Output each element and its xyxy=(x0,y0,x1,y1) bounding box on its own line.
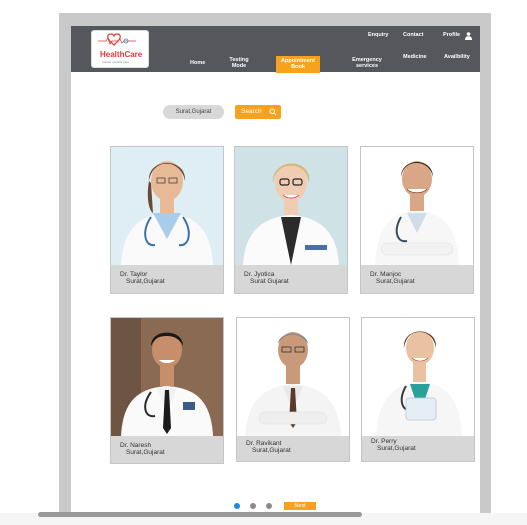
doctor-name: Dr. Taylor xyxy=(120,271,148,278)
nav-testing-mode[interactable]: Testing Mode xyxy=(226,57,252,69)
doctor-photo xyxy=(235,147,347,265)
doctor-location: Surat,Gujarat xyxy=(377,445,416,452)
contact-link[interactable]: Contact xyxy=(403,32,423,38)
nav-home[interactable]: Home xyxy=(190,60,205,66)
next-button[interactable]: Next xyxy=(284,502,316,510)
doctor-name: Dr. Perry xyxy=(371,438,397,445)
brand-tagline: trusted medical care xyxy=(102,60,130,64)
brand-logo[interactable]: HealthCare trusted medical care xyxy=(91,30,149,68)
doctor-card[interactable]: Dr. Jyotica Surat Gujarat xyxy=(234,146,348,294)
doctor-name: Dr. Jyotica xyxy=(244,271,275,278)
doctor-location: Surat,Gujarat xyxy=(252,447,291,454)
search-button-label: Search xyxy=(241,108,262,115)
doctor-card[interactable]: Dr. Perry Surat,Gujarat xyxy=(361,317,475,462)
doctor-card[interactable]: Dr. Taylor Surat,Gujarat xyxy=(110,146,224,294)
enquiry-link[interactable]: Enquiry xyxy=(368,32,388,38)
doctor-name: Dr. Manjoc xyxy=(370,271,402,278)
doctor-location: Surat,Gujarat xyxy=(376,278,415,285)
doctor-location: Surat,Gujarat xyxy=(126,449,165,456)
nav-medicine[interactable]: Medicine xyxy=(403,54,427,60)
navbar: HealthCare trusted medical care Enquiry … xyxy=(71,26,480,73)
doctor-photo xyxy=(362,318,474,436)
nav-appointment-book[interactable]: Appointment Book xyxy=(276,56,320,73)
doctor-photo xyxy=(237,318,349,436)
doctor-card[interactable]: Dr. Manjoc Surat,Gujarat xyxy=(360,146,474,294)
page-dot-3[interactable] xyxy=(266,503,272,509)
doctor-photo xyxy=(111,318,223,436)
page-dot-1[interactable] xyxy=(234,503,240,509)
nav-emergency-services[interactable]: Emergency services xyxy=(348,57,386,69)
profile-link[interactable]: Profile xyxy=(443,32,460,38)
heart-pulse-icon xyxy=(98,33,136,46)
doctor-name: Dr. Ravikant xyxy=(246,440,282,447)
doctor-photo xyxy=(361,147,473,265)
horizontal-scrollbar-thumb[interactable] xyxy=(38,512,362,517)
doctor-card[interactable]: Dr. Ravikant Surat,Gujarat xyxy=(236,317,350,462)
doctor-location: Surat Gujarat xyxy=(250,278,289,285)
doctor-location: Surat,Gujarat xyxy=(126,278,165,285)
doctor-name: Dr. Naresh xyxy=(120,442,152,449)
search-icon xyxy=(269,108,277,116)
search-button[interactable]: Search xyxy=(235,105,281,119)
doctor-photo xyxy=(111,147,223,265)
search-input[interactable]: Surat,Gujarat xyxy=(163,105,224,119)
doctor-card[interactable]: Dr. Naresh Surat,Gujarat xyxy=(110,317,224,464)
nav-availability[interactable]: Availbility xyxy=(444,54,470,60)
user-icon[interactable] xyxy=(465,32,472,40)
page-dot-2[interactable] xyxy=(250,503,256,509)
brand-name: HealthCare xyxy=(100,50,143,59)
